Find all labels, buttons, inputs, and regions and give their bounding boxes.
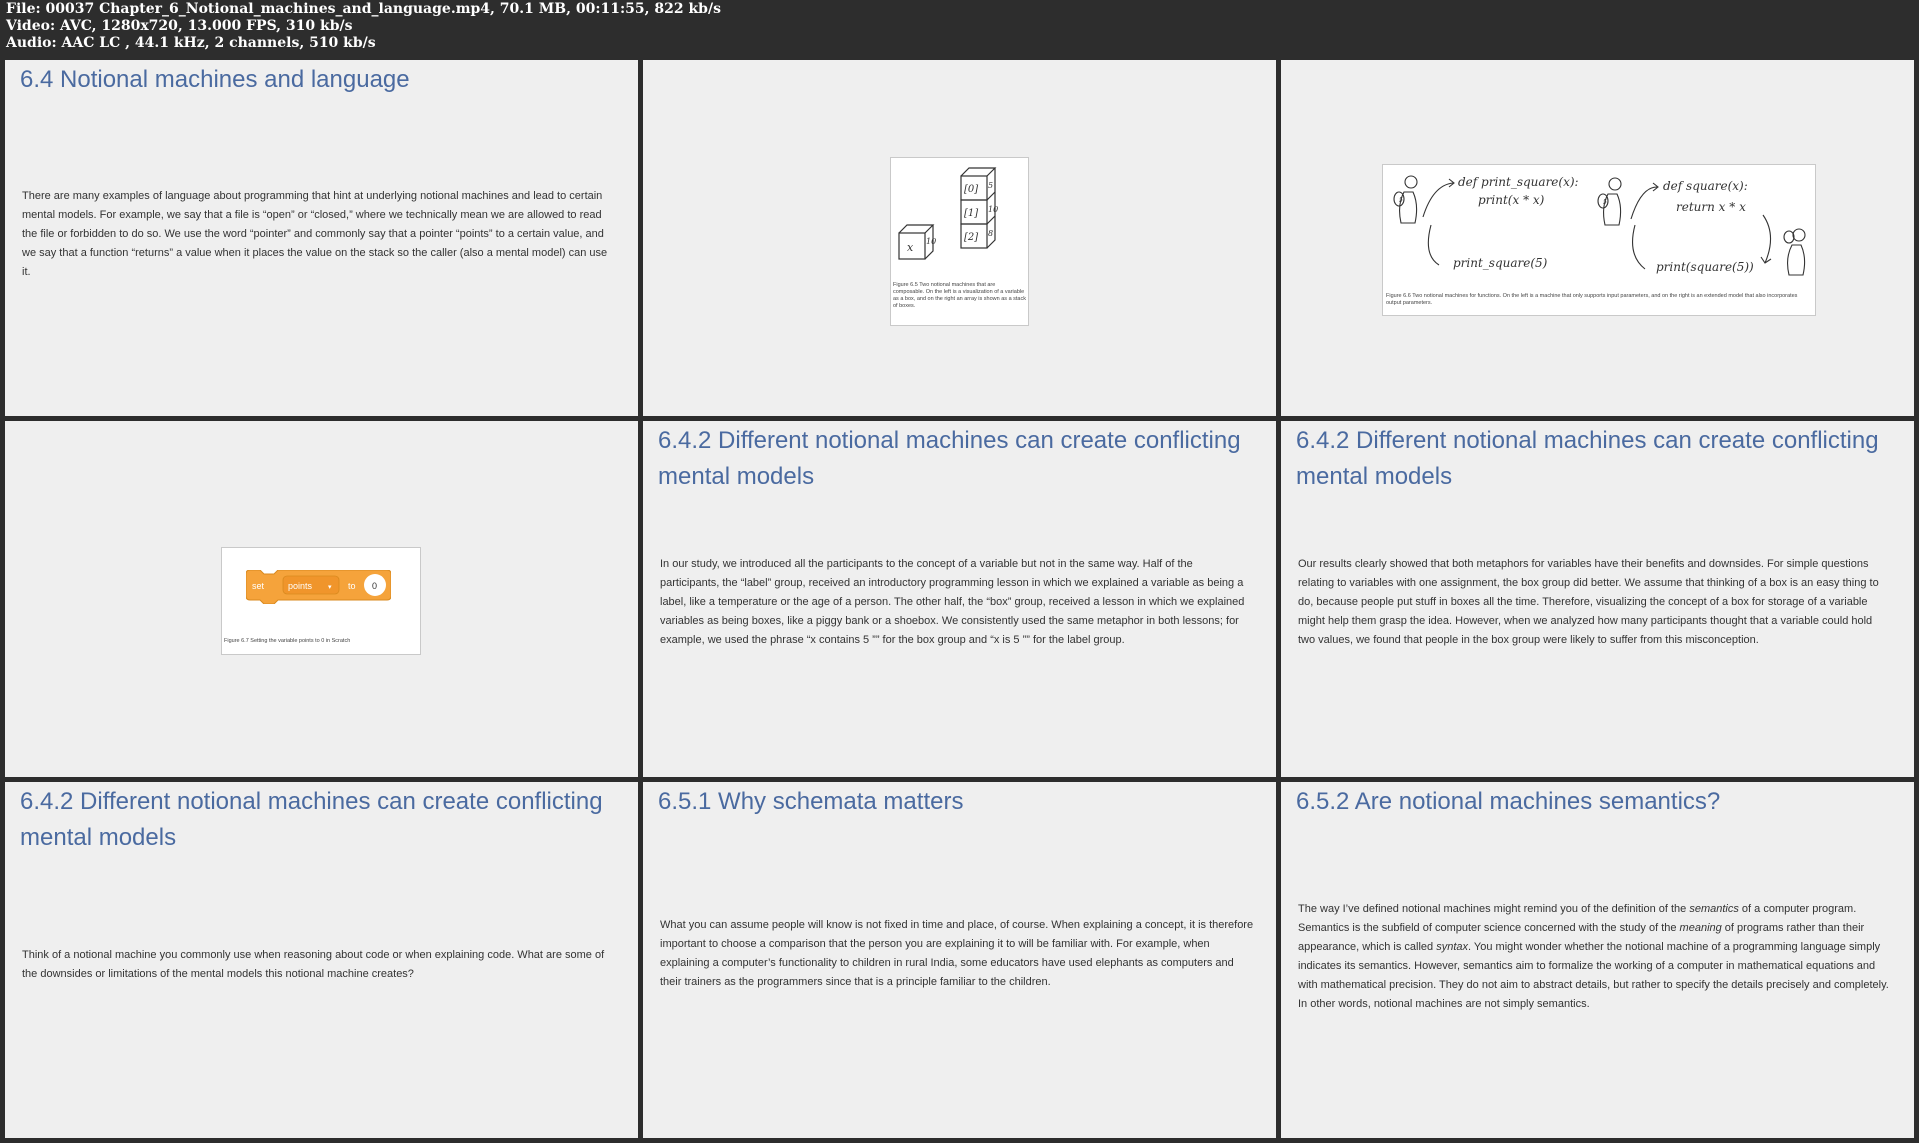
block-set-label: set — [252, 581, 265, 591]
thumbnail-grid: 6.4 Notional machines and language There… — [5, 60, 1914, 1138]
left-body: print(x * x) — [1478, 193, 1545, 207]
slide-body: There are many examples of language abou… — [22, 190, 608, 278]
stack-label-2: [2] — [964, 232, 978, 243]
slide-title: 6.5.1 Why schemata matters — [658, 788, 964, 815]
scratch-set-block: set points ▾ to 0 — [246, 570, 391, 604]
slide-body: The way I’ve defined notional machines m… — [1298, 900, 1892, 1014]
audio-info: Audio: AAC LC , 44.1 kHz, 2 channels, 51… — [6, 35, 376, 51]
figure-caption: Figure 6.5 Two notional machines that ar… — [893, 282, 1026, 309]
slide-title: 6.4.2 Different notional machines can cr… — [1296, 427, 1879, 490]
stack-label-1: [1] — [964, 208, 978, 219]
thumbnail-1: 6.4 Notional machines and language There… — [5, 60, 638, 416]
file-info: File: 00037 Chapter_6_Notional_machines_… — [6, 1, 721, 17]
stack-value-0: 5 — [988, 181, 993, 190]
emphasis-meaning: meaning — [1679, 922, 1722, 934]
slide-title: 6.4 Notional machines and language — [20, 66, 410, 93]
thumbnail-7: 6.4.2 Different notional machines can cr… — [5, 782, 638, 1138]
block-to-label: to — [348, 581, 356, 591]
slide-title: 6.4.2 Different notional machines can cr… — [20, 788, 603, 851]
slide-body: Think of a notional machine you commonly… — [22, 949, 605, 980]
box-illustration: x 10 [0] [1] [2] 5 10 8 — [898, 167, 998, 260]
figure-function-machines: 5 5 def print_square(x): print(x * x) pr… — [1382, 164, 1816, 316]
thumbnail-3: 5 5 def print_square(x): print(x * x) pr… — [1281, 60, 1914, 416]
video-info: Video: AVC, 1280x720, 13.000 FPS, 310 kb… — [6, 18, 353, 34]
slide-title: 6.4.2 Different notional machines can cr… — [658, 427, 1241, 490]
function-illustration: 5 5 def print_square(x): print(x * x) pr… — [1393, 175, 1806, 276]
box-x-value: 10 — [926, 237, 936, 246]
emphasis-semantics: semantics — [1689, 903, 1739, 915]
right-def: def square(x): — [1663, 179, 1748, 193]
slide-body: In our study, we introduced all the part… — [660, 558, 1245, 646]
video-info-header: File: 00037 Chapter_6_Notional_machines_… — [0, 0, 1919, 60]
slide-body: What you can assume people will know is … — [660, 919, 1254, 988]
slide-title: 6.5.2 Are notional machines semantics? — [1296, 788, 1721, 815]
box-x-label: x — [907, 241, 914, 254]
figure-caption: Figure 6.7 Setting the variable points t… — [224, 638, 351, 644]
block-variable-dropdown: points — [288, 581, 313, 591]
left-def: def print_square(x): — [1458, 175, 1579, 189]
emphasis-syntax: syntax — [1436, 941, 1468, 953]
slide-body: Our results clearly showed that both met… — [1298, 558, 1879, 646]
left-call: print_square(5) — [1453, 256, 1548, 270]
figure-scratch-block: set points ▾ to 0 Figure 6.7 Setting the… — [221, 547, 421, 655]
thumbnail-5: 6.4.2 Different notional machines can cr… — [643, 421, 1276, 777]
block-value-input: 0 — [372, 581, 377, 591]
chevron-down-icon: ▾ — [328, 583, 332, 591]
figure-caption: Figure 6.6 Two notional machines for fun… — [1386, 293, 1798, 306]
thumbnail-4: set points ▾ to 0 Figure 6.7 Setting the… — [5, 421, 638, 777]
thumbnail-9: 6.5.2 Are notional machines semantics? T… — [1281, 782, 1914, 1138]
stack-value-2: 8 — [988, 229, 993, 238]
figure-variable-boxes: x 10 [0] [1] [2] 5 10 8 Figure 6.5 Two n… — [890, 157, 1029, 326]
thumbnail-2: x 10 [0] [1] [2] 5 10 8 Figure 6.5 Two n… — [643, 60, 1276, 416]
right-call: print(square(5)) — [1656, 260, 1754, 274]
right-body: return x * x — [1676, 200, 1746, 214]
thumbnail-8: 6.5.1 Why schemata matters What you can … — [643, 782, 1276, 1138]
stack-label-0: [0] — [964, 184, 978, 195]
thumbnail-6: 6.4.2 Different notional machines can cr… — [1281, 421, 1914, 777]
middle-ball-label: 5 — [1603, 199, 1607, 206]
left-ball-label: 5 — [1399, 197, 1403, 204]
body-text: The way I’ve defined notional machines m… — [1298, 903, 1690, 915]
stack-value-1: 10 — [988, 205, 998, 214]
